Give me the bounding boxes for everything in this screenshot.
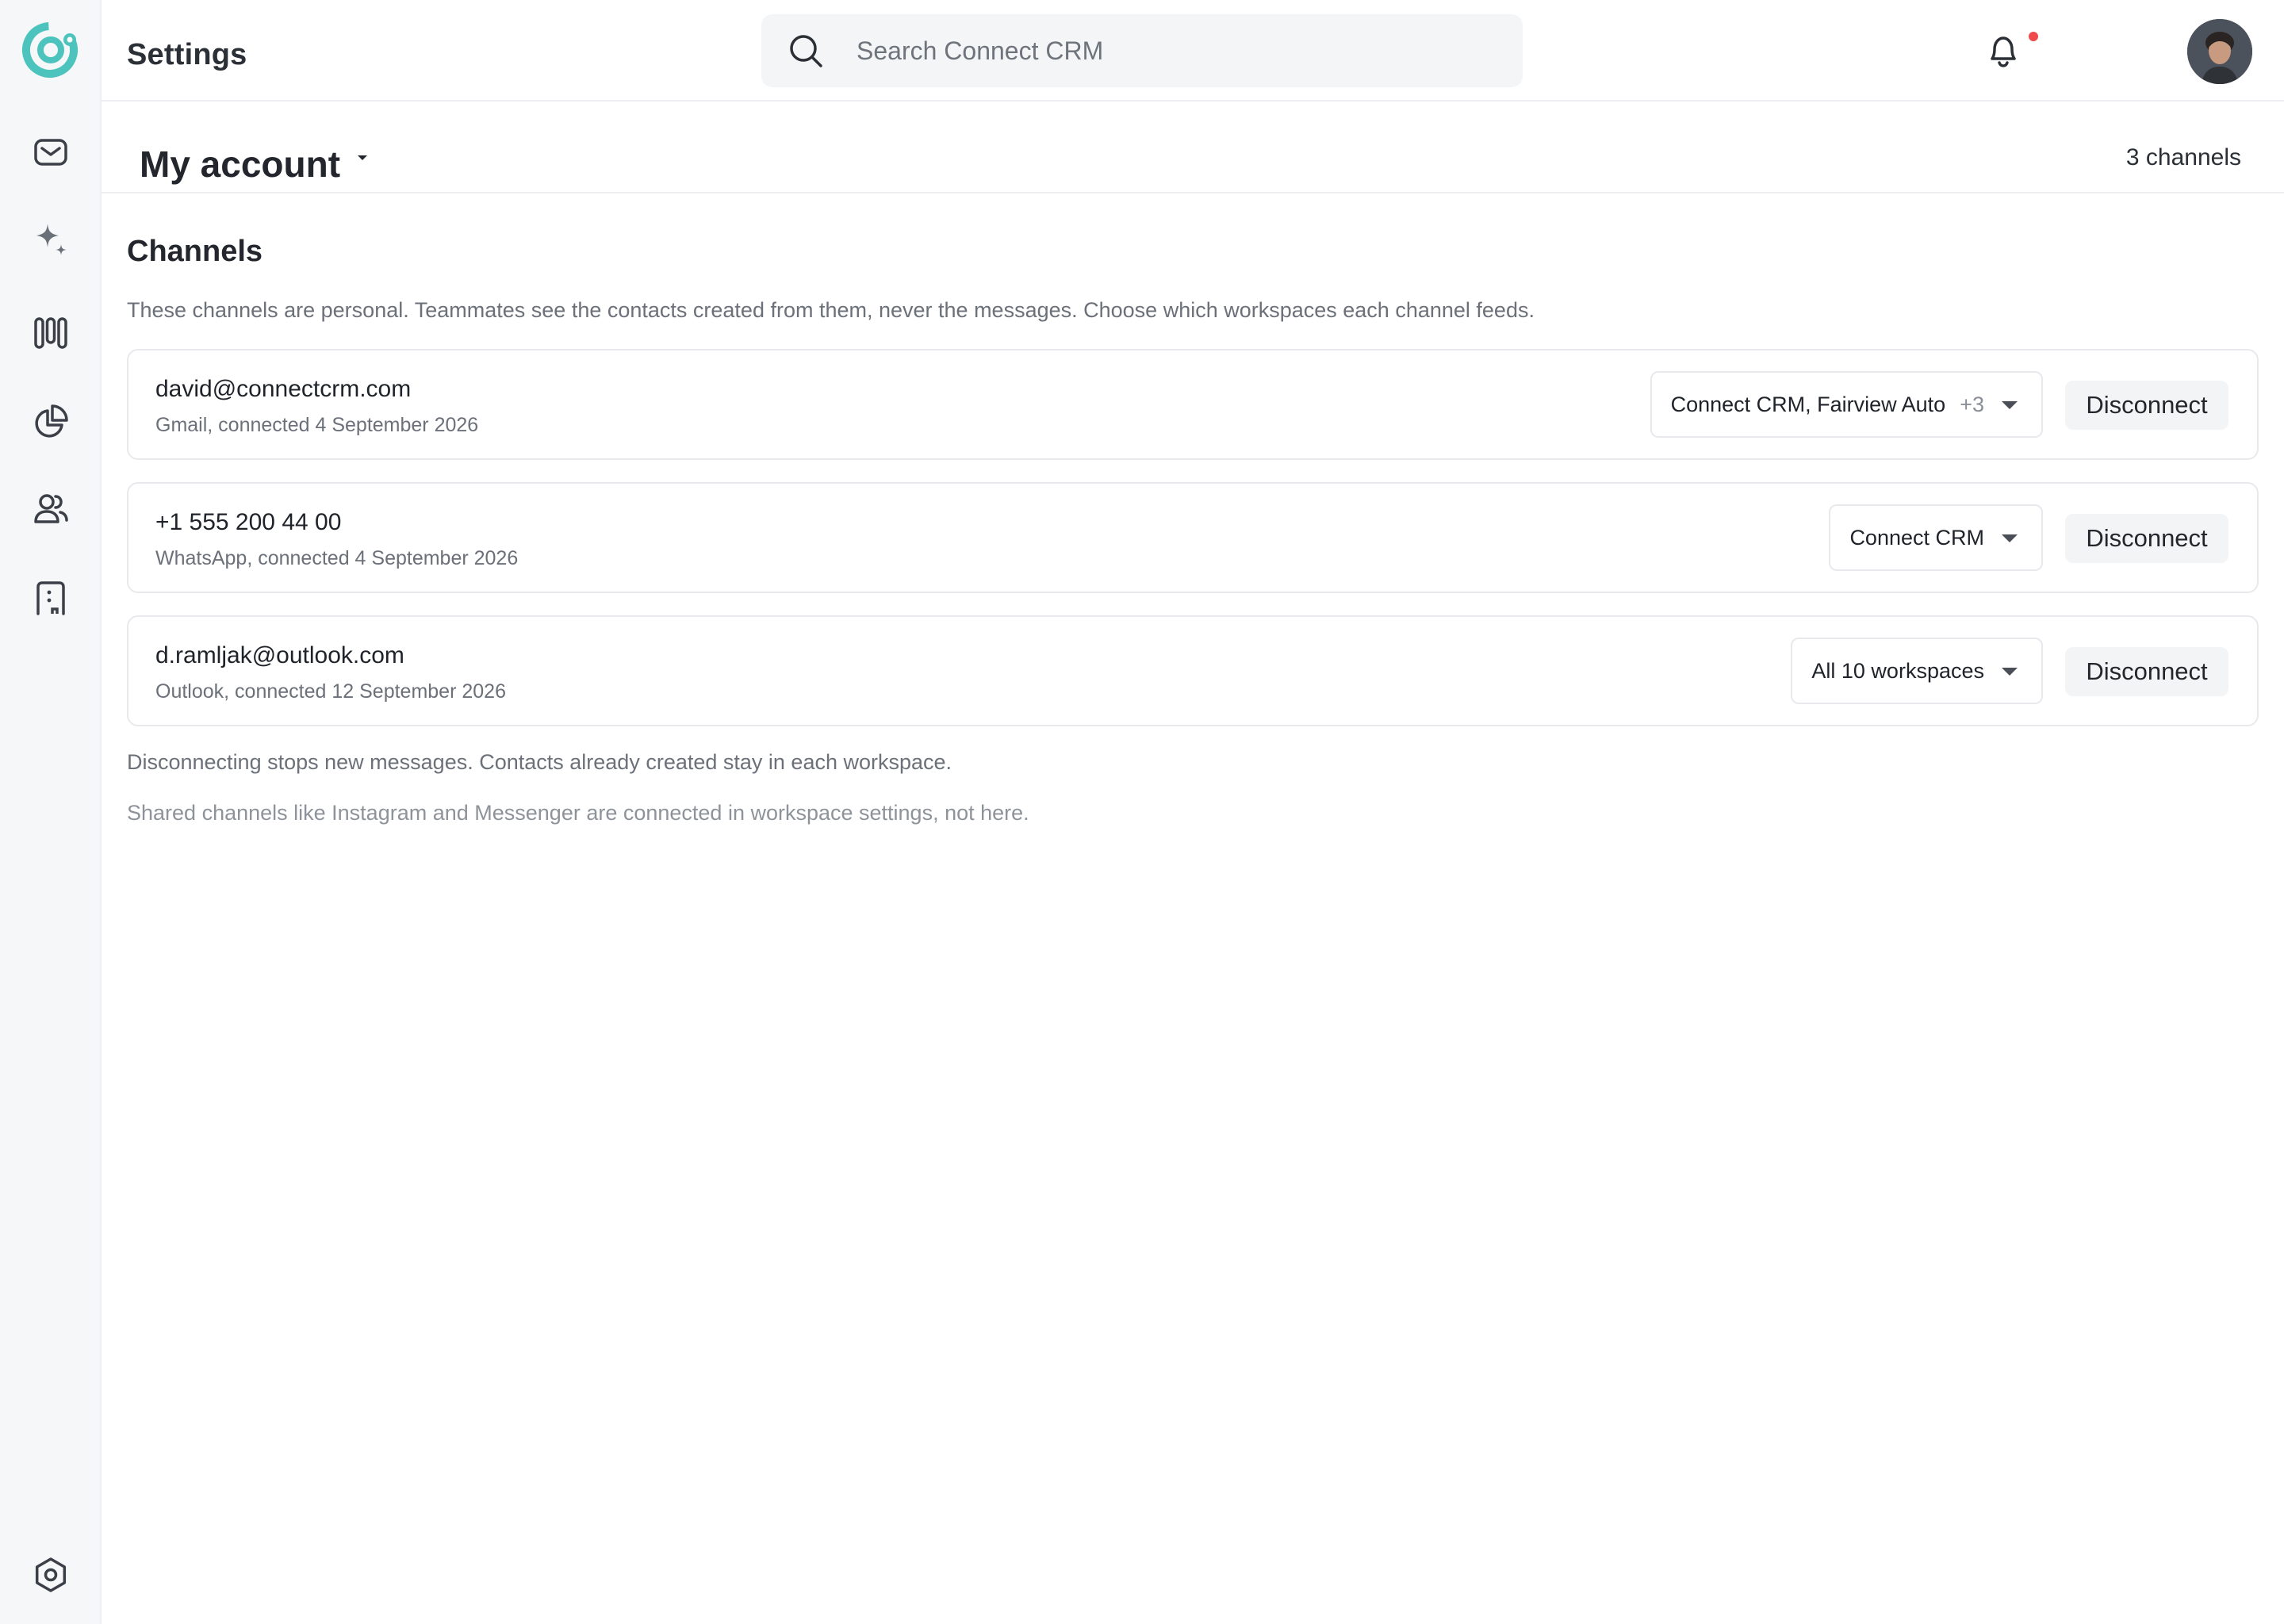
shared-channels-note: Shared channels like Instagram and Messe…	[127, 801, 1029, 825]
workspace-select[interactable]: All 10 workspaces	[1791, 638, 2043, 704]
sidebar-item-reports[interactable]	[29, 400, 73, 444]
mail-icon	[34, 139, 67, 166]
users-icon	[34, 494, 68, 523]
columns-icon	[34, 317, 67, 349]
sidebar	[0, 0, 102, 1624]
bell-icon	[1991, 36, 2016, 67]
account-switcher[interactable]: My account	[140, 143, 368, 186]
sidebar-item-settings[interactable]	[29, 1553, 73, 1597]
page-title: Settings	[127, 38, 247, 71]
disconnect-button[interactable]: Disconnect	[2065, 514, 2228, 563]
sidebar-item-contacts[interactable]	[29, 487, 73, 531]
workspace-select-value: All 10 workspaces	[1811, 658, 1984, 683]
sidebar-item-ai[interactable]	[29, 217, 73, 262]
sparkle-icon	[36, 224, 67, 255]
section-description: These channels are personal. Teammates s…	[127, 298, 1535, 322]
search-bar[interactable]	[761, 14, 1523, 87]
channel-address: david@connectcrm.com	[155, 376, 412, 402]
account-header: My account 3 channels	[102, 103, 2284, 193]
brand-logo-icon[interactable]	[19, 17, 84, 82]
chevron-down-icon	[2002, 668, 2018, 676]
notification-dot	[2027, 30, 2040, 43]
search-input[interactable]	[856, 14, 1491, 87]
channel-address: +1 555 200 44 00	[155, 509, 342, 535]
sidebar-item-inbox[interactable]	[29, 130, 73, 174]
building-icon	[36, 581, 65, 615]
sidebar-item-pipeline[interactable]	[29, 311, 73, 355]
channel-address: d.ramljak@outlook.com	[155, 642, 404, 668]
chevron-down-icon	[2002, 534, 2018, 542]
channel-card: +1 555 200 44 00 WhatsApp, connected 4 S…	[127, 482, 2259, 593]
user-avatar-icon	[2187, 19, 2252, 84]
channel-card: david@connectcrm.com Gmail, connected 4 …	[127, 349, 2259, 460]
workspace-select-value: Connect CRM	[1849, 525, 1984, 550]
top-bar: Settings	[102, 0, 2284, 102]
disconnect-note: Disconnecting stops new messages. Contac…	[127, 750, 952, 774]
channel-card: d.ramljak@outlook.com Outlook, connected…	[127, 615, 2259, 726]
search-icon	[790, 35, 822, 67]
section-title: Channels	[127, 235, 263, 268]
notifications-button[interactable]	[1981, 29, 2025, 73]
channel-status: Outlook, connected 12 September 2026	[155, 680, 506, 703]
workspace-select[interactable]: Connect CRM	[1829, 504, 2043, 571]
channel-status: Gmail, connected 4 September 2026	[155, 414, 479, 436]
workspace-more-count: +3	[1960, 392, 1984, 416]
settings-icon	[35, 1557, 67, 1592]
account-title: My account	[140, 144, 341, 185]
workspace-select-value: Connect CRM, Fairview Auto	[1670, 392, 1946, 416]
pie-chart-icon	[35, 404, 68, 438]
app-root: Settings My account 3 chann	[0, 0, 2284, 1624]
channel-status: WhatsApp, connected 4 September 2026	[155, 547, 519, 569]
workspace-select[interactable]: Connect CRM, Fairview Auto +3	[1650, 371, 2043, 438]
avatar[interactable]	[2187, 19, 2252, 84]
disconnect-button[interactable]: Disconnect	[2065, 381, 2228, 430]
channel-count: 3 channels	[2125, 144, 2241, 170]
chevron-down-icon	[2002, 401, 2018, 409]
sidebar-item-companies[interactable]	[29, 576, 73, 620]
disconnect-button[interactable]: Disconnect	[2065, 647, 2228, 696]
chevron-down-icon	[358, 155, 368, 160]
